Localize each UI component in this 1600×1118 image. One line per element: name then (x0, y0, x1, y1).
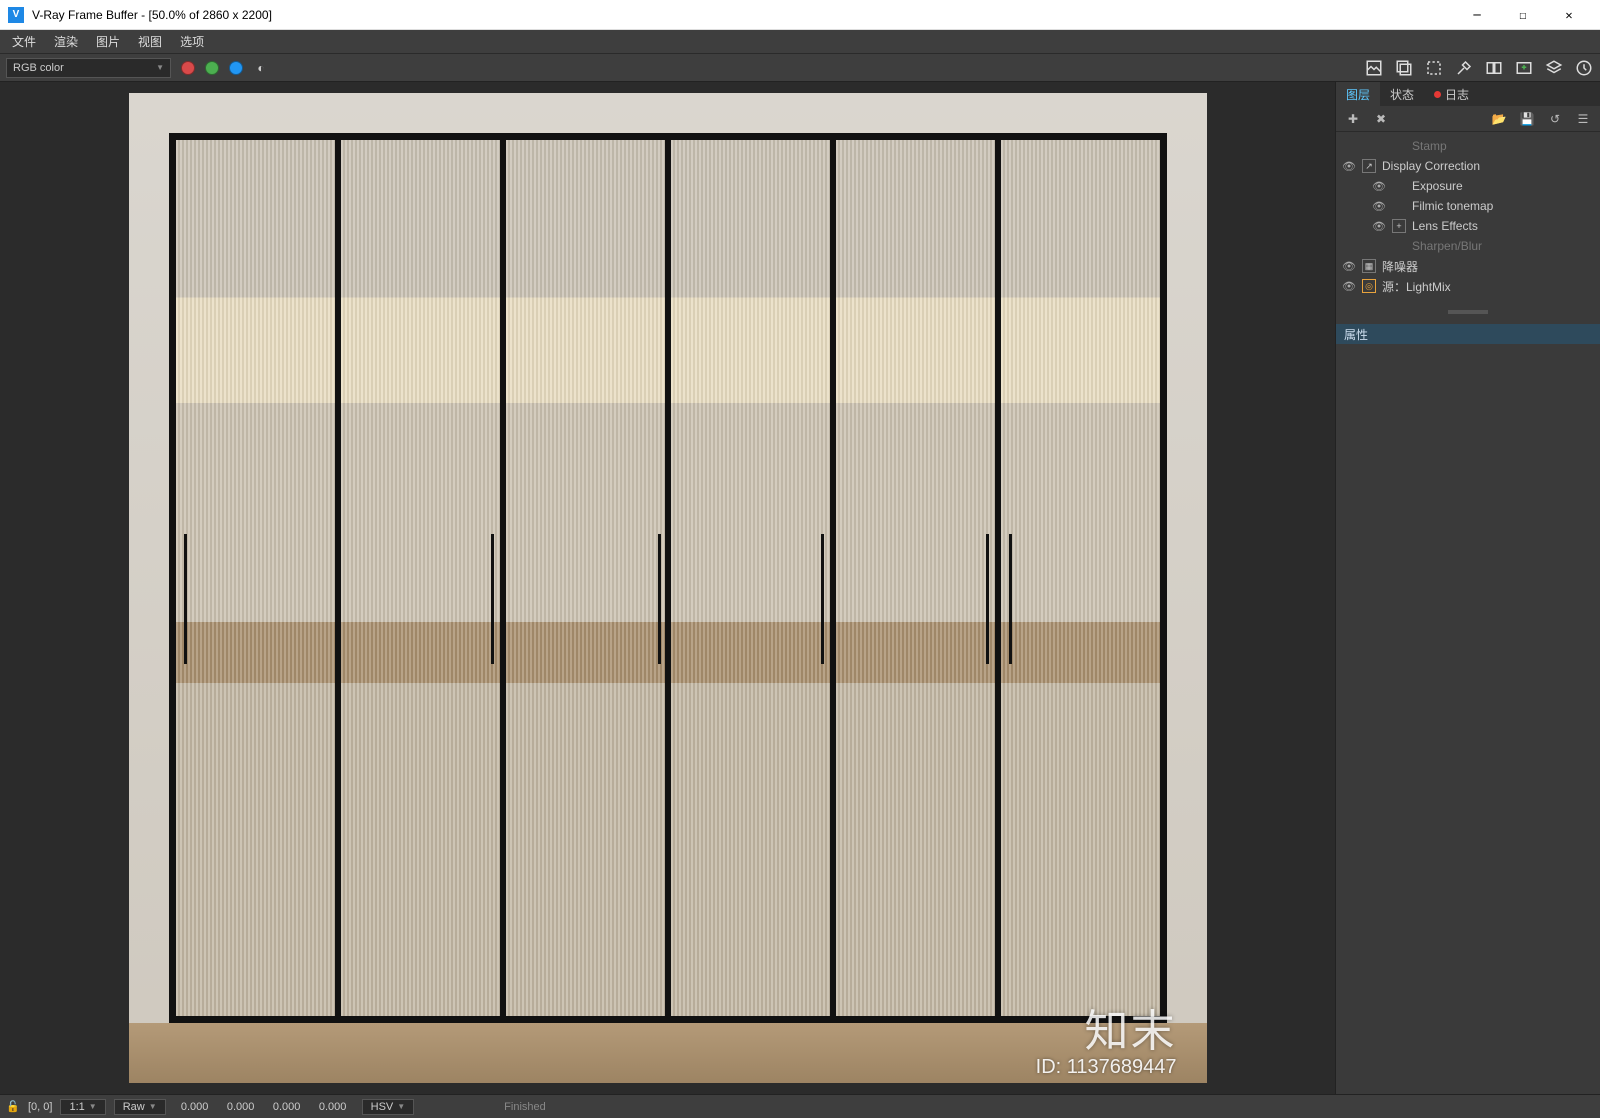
zoom-selector[interactable]: 1:1▼ (60, 1099, 105, 1115)
layer-denoiser[interactable]: 👁▦降噪器 (1336, 256, 1600, 276)
layer-list: Stamp 👁↗Display Correction 👁Exposure 👁Fi… (1336, 132, 1600, 300)
add-layer-button[interactable]: ✚ (1344, 110, 1362, 128)
layer-menu-button[interactable]: ☰ (1574, 110, 1592, 128)
properties-panel (1336, 344, 1600, 1094)
layer-source-lightmix[interactable]: 👁◎源：LightMix (1336, 276, 1600, 296)
layer-lens-effects[interactable]: 👁+Lens Effects (1336, 216, 1600, 236)
region-render-button[interactable] (1424, 58, 1444, 78)
top-toolbar: RGB color ▼ ◐ (0, 54, 1600, 82)
layer-sharpen-blur[interactable]: Sharpen/Blur (1336, 236, 1600, 256)
menubar: 文件 渲染 图片 视图 选项 (0, 30, 1600, 54)
delete-layer-button[interactable]: ✖ (1372, 110, 1390, 128)
visibility-icon[interactable]: 👁 (1342, 260, 1356, 273)
watermark-brand: 知末 (1085, 995, 1177, 1059)
red-channel-button[interactable] (181, 61, 195, 75)
layer-exposure[interactable]: 👁Exposure (1336, 176, 1600, 196)
tab-status[interactable]: 状态 (1380, 82, 1424, 106)
pick-sample-button[interactable] (1454, 58, 1474, 78)
titlebar: V V-Ray Frame Buffer - [50.0% of 2860 x … (0, 0, 1600, 30)
visibility-icon[interactable]: 👁 (1372, 220, 1386, 233)
save-all-button[interactable] (1394, 58, 1414, 78)
statusbar: 🔓 [0, 0] 1:1▼ Raw▼ 0.0000.0000.0000.000 … (0, 1094, 1600, 1118)
visibility-icon[interactable]: 👁 (1372, 180, 1386, 193)
plus-icon: + (1392, 219, 1406, 233)
visibility-icon[interactable]: 👁 (1342, 280, 1356, 293)
minimize-button[interactable]: ─ (1454, 0, 1500, 30)
layers-toolbar: ✚ ✖ 📂 💾 ↺ ☰ (1336, 106, 1600, 132)
folder-open-button[interactable]: 📂 (1490, 110, 1508, 128)
revert-button[interactable]: ↺ (1546, 110, 1564, 128)
channel-select[interactable]: RGB color ▼ (6, 58, 171, 78)
compare-button[interactable] (1484, 58, 1504, 78)
watermark-id: ID: 1137689447 (1036, 1056, 1177, 1079)
layer-filmic-tonemap[interactable]: 👁Filmic tonemap (1336, 196, 1600, 216)
window-title: V-Ray Frame Buffer - [50.0% of 2860 x 22… (32, 8, 272, 22)
menu-file[interactable]: 文件 (4, 30, 44, 53)
panel-splitter[interactable] (1336, 306, 1600, 318)
render-status: Finished (504, 1101, 546, 1113)
render-viewport[interactable]: 知末 ID: 1137689447 (0, 82, 1335, 1094)
source-icon: ◎ (1362, 279, 1376, 293)
menu-options[interactable]: 选项 (172, 30, 212, 53)
add-to-history-button[interactable] (1514, 58, 1534, 78)
properties-header[interactable]: 属性 (1336, 324, 1600, 344)
blue-channel-button[interactable] (229, 61, 243, 75)
show-layers-button[interactable] (1544, 58, 1564, 78)
mono-channel-button[interactable]: ◐ (253, 60, 269, 76)
save-preset-button[interactable]: 💾 (1518, 110, 1536, 128)
chevron-down-icon: ▼ (156, 63, 164, 72)
close-button[interactable]: ✕ (1546, 0, 1592, 30)
colorspace-selector[interactable]: HSV▼ (362, 1099, 415, 1115)
layer-display-correction[interactable]: 👁↗Display Correction (1336, 156, 1600, 176)
tab-layers[interactable]: 图层 (1336, 82, 1380, 106)
mode-selector[interactable]: Raw▼ (114, 1099, 166, 1115)
menu-view[interactable]: 视图 (130, 30, 170, 53)
show-history-button[interactable] (1574, 58, 1594, 78)
pixel-values: 0.0000.0000.0000.000 (174, 1101, 354, 1113)
maximize-button[interactable]: ☐ (1500, 0, 1546, 30)
channel-label: RGB color (13, 62, 64, 74)
grid-icon: ▦ (1362, 259, 1376, 273)
side-panel: 图层 状态 日志 ✚ ✖ 📂 💾 ↺ ☰ Stamp 👁↗Display Cor… (1335, 82, 1600, 1094)
log-indicator-icon (1434, 91, 1441, 98)
visibility-icon[interactable]: 👁 (1372, 200, 1386, 213)
layer-stamp[interactable]: Stamp (1336, 136, 1600, 156)
arrow-out-icon: ↗ (1362, 159, 1376, 173)
tab-log[interactable]: 日志 (1424, 82, 1479, 106)
app-logo: V (8, 7, 24, 23)
green-channel-button[interactable] (205, 61, 219, 75)
rendered-image: 知末 ID: 1137689447 (129, 93, 1207, 1083)
visibility-icon[interactable]: 👁 (1342, 160, 1356, 173)
cursor-coords: [0, 0] (28, 1101, 52, 1113)
save-image-button[interactable] (1364, 58, 1384, 78)
menu-render[interactable]: 渲染 (46, 30, 86, 53)
menu-image[interactable]: 图片 (88, 30, 128, 53)
lock-icon[interactable]: 🔓 (6, 1100, 20, 1114)
